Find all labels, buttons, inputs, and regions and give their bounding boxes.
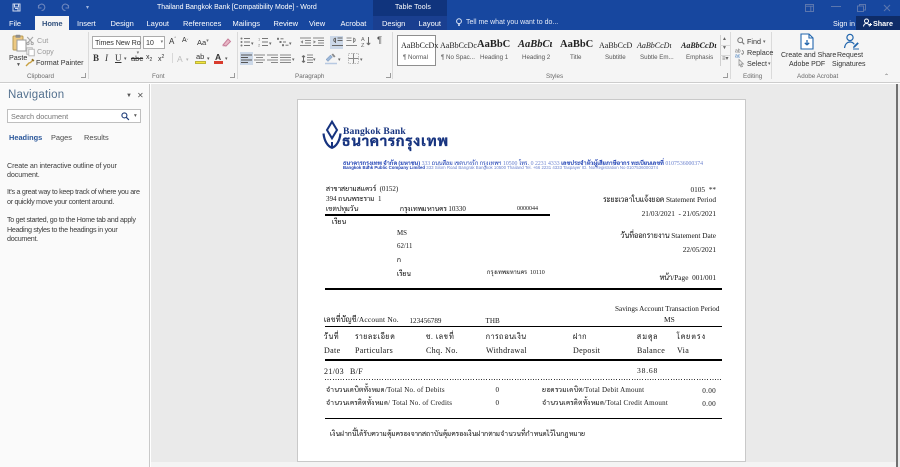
svg-text:2: 2 (258, 43, 261, 48)
svg-text:1: 1 (258, 37, 261, 42)
